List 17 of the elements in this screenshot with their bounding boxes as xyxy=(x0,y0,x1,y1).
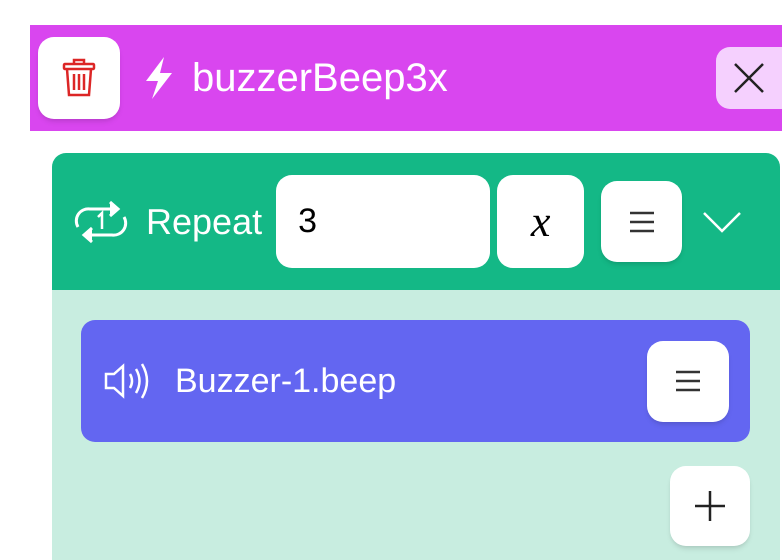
menu-button[interactable] xyxy=(647,340,729,422)
add-button[interactable] xyxy=(670,466,750,546)
menu-icon xyxy=(675,370,701,392)
trash-icon xyxy=(62,58,96,98)
chevron-down-icon[interactable] xyxy=(702,210,742,234)
lightning-bolt-icon xyxy=(144,57,174,99)
close-button[interactable] xyxy=(716,47,782,109)
repeat-label: Repeat xyxy=(146,200,262,244)
delete-button[interactable] xyxy=(38,37,120,119)
block-title: buzzerBeep3x xyxy=(192,58,448,98)
menu-button[interactable] xyxy=(601,181,682,262)
plus-icon xyxy=(694,490,726,522)
variable-button[interactable]: x xyxy=(497,175,584,268)
menu-icon xyxy=(628,210,655,232)
action-label: Buzzer-1.beep xyxy=(175,360,396,402)
close-icon xyxy=(733,62,765,94)
count-input[interactable]: 3 xyxy=(276,175,490,268)
